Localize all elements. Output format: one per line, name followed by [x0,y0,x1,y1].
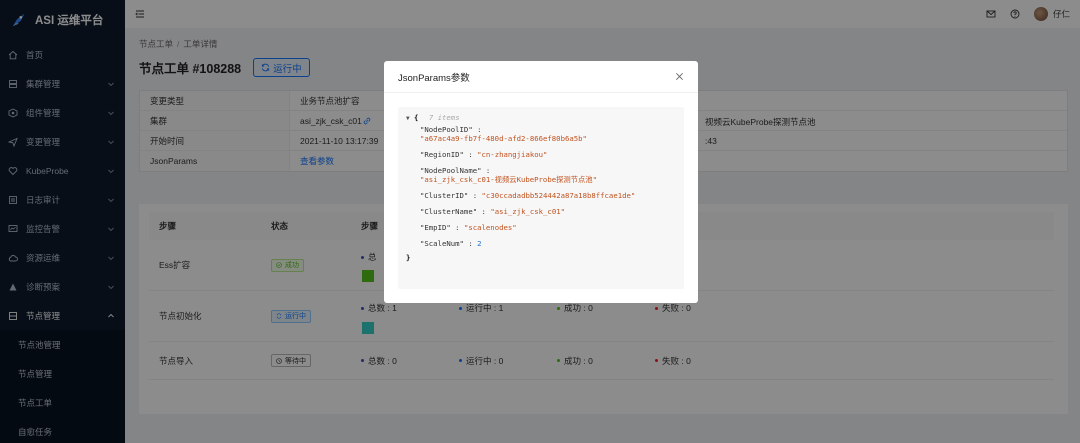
json-entry: "ScaleNum" : 2 [420,239,676,248]
json-item-count: 7 items [428,113,460,122]
json-value: "asi_zjk_csk_c01" [490,207,565,216]
json-entry: "RegionID" : "cn-zhangjiakou" [420,150,676,159]
json-key: "ScaleNum" : [420,239,473,248]
json-entry: "ClusterID" : "c30ccadadbb524442a87a18b8… [420,191,676,200]
json-value: "c30ccadadbb524442a87a18b8ffcae1de" [481,191,636,200]
json-value: "asi_zjk_csk_c01-视频云KubeProbe探测节点池" [420,175,597,184]
json-entry: "ClusterName" : "asi_zjk_csk_c01" [420,207,676,216]
modal-title: JsonParams参数 [398,72,470,84]
json-key: "ClusterName" : [420,207,486,216]
json-key: "NodePoolID" : [420,125,482,134]
json-entry: "EmpID" : "scalenodes" [420,223,676,232]
json-close-brace: } [406,253,411,262]
json-params-modal: JsonParams参数 ▼ { 7 items "NodePoolID" : … [384,61,698,303]
json-key: "NodePoolName" : [420,166,491,175]
json-viewer: ▼ { 7 items "NodePoolID" : "a67ac4a9-fb7… [398,107,684,289]
json-value: "cn-zhangjiakou" [477,150,548,159]
json-key: "ClusterID" : [420,191,478,200]
close-icon[interactable] [675,72,684,81]
json-open-brace: { [414,113,419,122]
json-value: "scalenodes" [463,223,517,232]
json-entries: "NodePoolID" : "a67ac4a9-fb7f-480d-afd2-… [406,123,676,248]
collapse-caret-icon[interactable]: ▼ [406,115,410,122]
json-key: "EmpID" : [420,223,460,232]
json-value: 2 [477,239,482,248]
modal-header: JsonParams参数 [384,61,698,93]
json-key: "RegionID" : [420,150,473,159]
json-root-line: ▼ { 7 items [406,113,676,123]
json-value: "a67ac4a9-fb7f-480d-afd2-866ef80b6a5b" [420,134,587,143]
